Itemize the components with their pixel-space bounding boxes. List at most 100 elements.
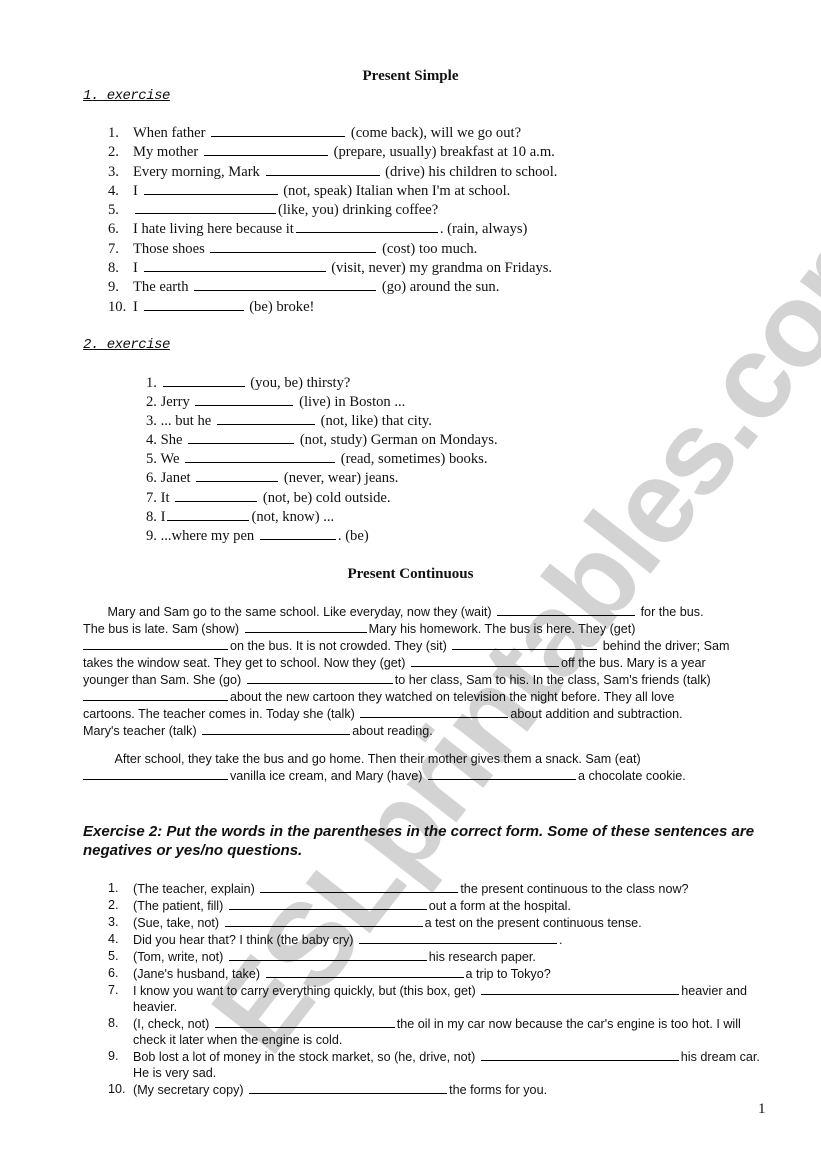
item-text-after: his research paper.: [428, 950, 536, 964]
answer-blank[interactable]: [359, 931, 558, 944]
answer-blank[interactable]: [211, 124, 346, 137]
answer-blank[interactable]: [224, 914, 423, 927]
item-text-after: a trip to Tokyo?: [465, 967, 551, 981]
exercise-2-list: 1. (you, be) thirsty? 2. Jerry (live) in…: [146, 374, 498, 546]
answer-blank[interactable]: [195, 393, 294, 407]
answer-blank[interactable]: [188, 431, 295, 445]
answer-blank[interactable]: [185, 450, 336, 464]
paragraph-line: The bus is late. Sam (show) Mary his hom…: [83, 620, 773, 637]
answer-blank[interactable]: [135, 201, 276, 215]
line-text: a chocolate cookie.: [577, 769, 686, 783]
answer-blank[interactable]: [427, 767, 576, 780]
item-text-after: (go) around the sun.: [381, 279, 500, 296]
answer-blank[interactable]: [162, 374, 245, 387]
answer-blank[interactable]: [216, 412, 315, 426]
exercise-item: 6. I hate living here because it . (rain, …: [108, 220, 557, 239]
line-text: vanilla ice cream, and Mary (have): [230, 769, 423, 783]
answer-blank[interactable]: [194, 278, 377, 292]
answer-blank[interactable]: [83, 637, 228, 650]
paragraph-line: vanilla ice cream, and Mary (have) a cho…: [83, 767, 773, 784]
item-text-before: (Jane's husband, take): [133, 967, 261, 981]
item-text-before: I know you want to carry everything quic…: [133, 984, 476, 998]
item-text-after: (not, study) German on Mondays.: [299, 432, 498, 449]
exercise-item: 7. It (not, be) cold outside.: [146, 489, 498, 508]
answer-blank[interactable]: [480, 1048, 679, 1061]
exercise-item: 3. (Sue, take, not) a test on the present…: [108, 914, 768, 931]
item-number: 5.: [146, 451, 157, 468]
exercise-item: 6. Janet (never, wear) jeans.: [146, 469, 498, 488]
item-text-before: I hate living here because it: [133, 221, 294, 238]
item-text-after: (come back), will we go out?: [350, 125, 522, 141]
item-text-after: . (rain, always): [439, 221, 528, 238]
exercise-1-list: 1. When father (come back), will we go ou…: [108, 124, 557, 317]
answer-blank[interactable]: [497, 603, 636, 616]
answer-blank[interactable]: [410, 654, 559, 667]
item-number: 7.: [108, 240, 119, 257]
item-number: 4.: [146, 432, 157, 449]
item-number: 2.: [108, 144, 119, 161]
answer-blank[interactable]: [228, 948, 427, 961]
answer-blank[interactable]: [202, 722, 351, 735]
item-number: 1.: [108, 125, 119, 141]
answer-blank[interactable]: [260, 880, 459, 893]
answer-blank[interactable]: [143, 298, 244, 311]
exercise-item: 5. (like, you) drinking coffee?: [108, 201, 557, 220]
answer-blank[interactable]: [246, 671, 393, 684]
item-number: 6.: [146, 470, 157, 487]
item-text-before: Did you hear that? I think (the baby cry…: [133, 933, 354, 947]
answer-blank[interactable]: [295, 220, 438, 234]
answer-blank[interactable]: [228, 897, 427, 910]
exercise-item: 9. The earth (go) around the sun.: [108, 278, 557, 297]
answer-blank[interactable]: [83, 688, 228, 701]
exercise-item: 6. (Jane's husband, take) a trip to Tokyo…: [108, 965, 768, 982]
line-text: The bus is late. Sam (show): [83, 622, 240, 636]
answer-blank[interactable]: [203, 143, 328, 157]
exercise-item: 4. She (not, study) German on Mondays.: [146, 431, 498, 450]
line-text: After school, they take the bus and go h…: [114, 752, 641, 766]
item-text-after: (not, speak) Italian when I'm at school.: [283, 182, 511, 199]
answer-blank[interactable]: [196, 469, 279, 483]
answer-blank[interactable]: [143, 182, 278, 195]
answer-blank[interactable]: [360, 705, 509, 718]
answer-blank[interactable]: [83, 767, 228, 780]
exercise-item: 4. I (not, speak) Italian when I'm at sch…: [108, 182, 557, 201]
answer-blank[interactable]: [259, 527, 336, 540]
item-text-after: (visit, never) my grandma on Fridays.: [331, 260, 553, 277]
answer-blank[interactable]: [167, 508, 250, 521]
item-text-after: (not, be) cold outside.: [262, 489, 391, 506]
answer-blank[interactable]: [481, 982, 680, 995]
story-paragraph-1: Mary and Sam go to the same school. Like…: [83, 603, 773, 739]
answer-blank[interactable]: [175, 489, 258, 502]
item-number: 8.: [108, 260, 119, 277]
exercise-item: 1. When father (come back), will we go ou…: [108, 124, 557, 143]
answer-blank[interactable]: [249, 1081, 448, 1094]
paragraph-line: younger than Sam. She (go) to her class,…: [83, 671, 773, 688]
item-text-before: ... but he: [160, 413, 212, 430]
item-text-before: (Tom, write, not): [133, 950, 224, 964]
item-text-before: Janet: [160, 470, 191, 487]
exercise-item: 9. ...where my pen . (be): [146, 527, 498, 546]
item-number: 5.: [108, 202, 119, 219]
item-text-before: ...where my pen: [160, 527, 255, 544]
item-text-before: (Sue, take, not): [133, 916, 220, 930]
exercise-item: 3. Every morning, Mark (drive) his childr…: [108, 163, 557, 182]
exercise-item: 10. I (be) broke!: [108, 298, 557, 317]
item-number: 5.: [108, 949, 119, 963]
paragraph-line: on the bus. It is not crowded. They (sit…: [83, 637, 773, 654]
line-text: about reading.: [352, 724, 433, 738]
item-text-before: I: [133, 260, 138, 277]
line-text: younger than Sam. She (go): [83, 673, 242, 687]
item-text-after: (live) in Boston ...: [299, 394, 406, 411]
answer-blank[interactable]: [143, 259, 326, 273]
exercise-item: 5. (Tom, write, not) his research paper.: [108, 948, 768, 965]
item-number: 8.: [108, 1016, 119, 1030]
answer-blank[interactable]: [210, 240, 377, 253]
answer-blank[interactable]: [265, 163, 380, 176]
answer-blank[interactable]: [265, 965, 464, 978]
item-text-after: out a form at the hospital.: [428, 899, 571, 913]
answer-blank[interactable]: [244, 620, 367, 633]
item-number: 8.: [146, 508, 157, 525]
item-number: 10.: [108, 1082, 126, 1096]
answer-blank[interactable]: [452, 637, 598, 650]
answer-blank[interactable]: [214, 1015, 395, 1028]
